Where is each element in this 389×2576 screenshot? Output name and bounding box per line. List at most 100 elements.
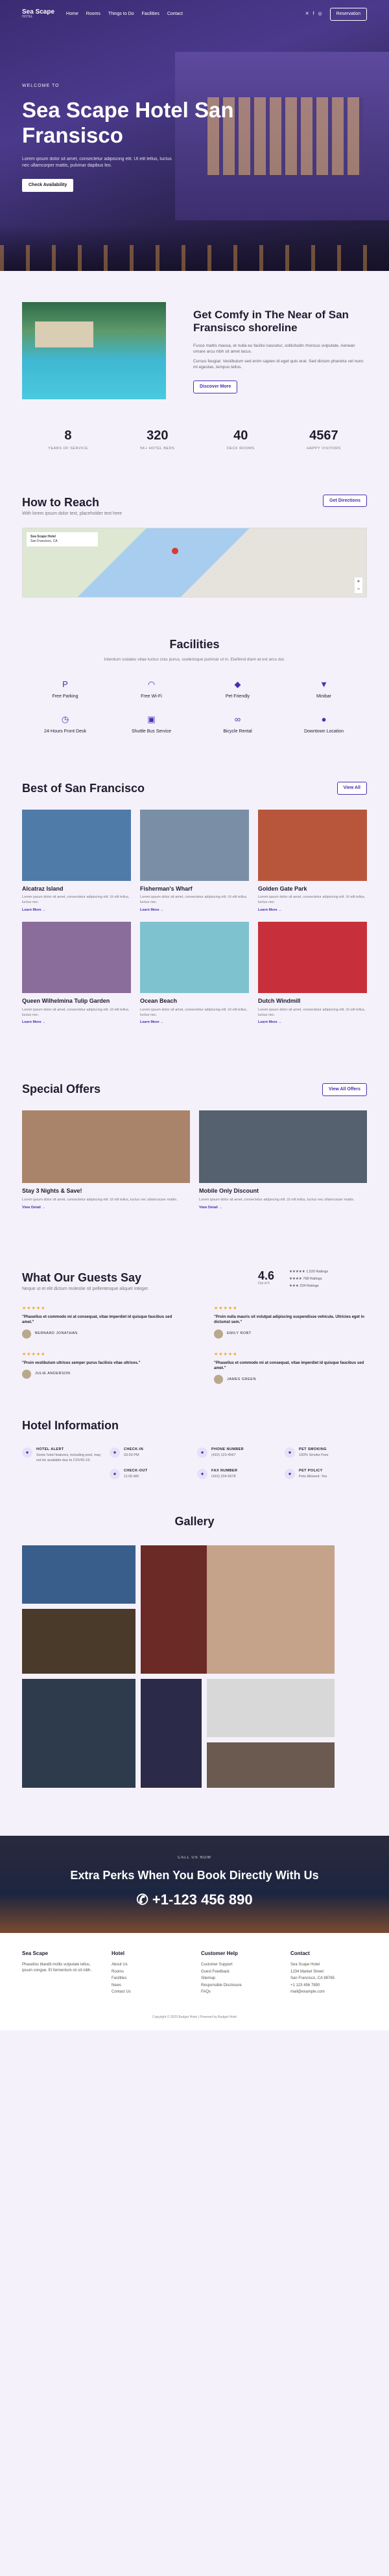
discover-more-button[interactable]: Discover More	[193, 381, 238, 393]
info-value: (415) 234-5678	[211, 1475, 236, 1479]
wifi-icon: ◠	[147, 679, 156, 689]
stat-number: 8	[64, 428, 72, 443]
attraction-image	[258, 922, 367, 994]
view-detail-link[interactable]: View Detail →	[22, 1206, 190, 1211]
offer-card[interactable]: Mobile Only Discount Lorem ipsum dolor si…	[199, 1110, 367, 1210]
reviews-heading: What Our Guests Say Neque ut et elit dict…	[22, 1270, 252, 1293]
gallery-image[interactable]	[207, 1545, 335, 1674]
top-nav: Sea Scape HOTEL Home Rooms Things to Do F…	[0, 0, 389, 29]
footer-contact-link[interactable]: mail@example.com	[290, 1989, 367, 1995]
footer-hotel-link[interactable]: Rooms	[112, 1969, 188, 1974]
learn-more-link[interactable]: Learn More →	[140, 908, 249, 913]
instagram-icon[interactable]: ◎	[318, 11, 322, 18]
footer-hotel-col: Hotel About Us Rooms Facilities News Contact …	[112, 1950, 188, 1996]
gallery-image[interactable]	[22, 1609, 136, 1674]
nav-link-rooms[interactable]: Rooms	[86, 11, 100, 18]
reviewer: BERNARD JONATHAN	[22, 1329, 175, 1339]
footer-contact-link[interactable]: Sea Scape Hotel	[290, 1962, 367, 1967]
attraction-card[interactable]: Dutch Windmill Lorem ipsum dolor sit amet…	[258, 922, 367, 1025]
attraction-image	[140, 809, 249, 881]
learn-more-link[interactable]: Learn More →	[258, 908, 367, 913]
info-item: ● PET POLICY Pets Allowed: Yes	[285, 1468, 367, 1480]
view-all-offers-button[interactable]: View All Offers	[322, 1083, 367, 1096]
gallery-image[interactable]	[207, 1742, 335, 1788]
facebook-icon[interactable]: f	[313, 11, 314, 18]
attraction-card[interactable]: Ocean Beach Lorem ipsum dolor sit amet, c…	[140, 922, 249, 1025]
about-p1: Fusce mattis massa, et nulla eu facilisi…	[193, 343, 355, 354]
nav-link-things[interactable]: Things to Do	[108, 11, 134, 18]
facility-label: Shuttle Bus Service	[131, 729, 172, 734]
twitter-icon[interactable]: ✕	[305, 11, 309, 18]
footer-contact-link[interactable]: 1234 Market Street	[290, 1969, 367, 1974]
footer-help-link[interactable]: FAQs	[201, 1989, 277, 1995]
facility-label: Minibar	[316, 694, 331, 699]
view-all-button[interactable]: View All	[336, 782, 367, 795]
avatar	[214, 1375, 223, 1385]
best-title: Best of San Francisco	[22, 781, 145, 795]
view-detail-link[interactable]: View Detail →	[199, 1206, 367, 1211]
attraction-card[interactable]: Queen Wilhelmina Tulip Garden Lorem ipsum…	[22, 922, 131, 1025]
gallery-image[interactable]	[141, 1679, 202, 1788]
nav-link-facilities[interactable]: Facilities	[142, 11, 159, 18]
info-value: Pets Allowed: Yes	[299, 1475, 327, 1479]
attraction-card[interactable]: Golden Gate Park Lorem ipsum dolor sit am…	[258, 809, 367, 913]
social-links: ✕ f ◎	[305, 11, 322, 18]
shuttle-icon: ▣	[147, 714, 156, 724]
footer-hotel-link[interactable]: About Us	[112, 1962, 188, 1967]
nav-link-contact[interactable]: Contact	[167, 11, 183, 18]
learn-more-link[interactable]: Learn More →	[140, 1020, 249, 1025]
hero-title: Sea Scape Hotel San Fransisco	[22, 97, 234, 148]
nav-link-home[interactable]: Home	[66, 11, 78, 18]
footer-hotel-link[interactable]: Contact Us	[112, 1989, 188, 1995]
footer-help-link[interactable]: Responsible Disclosure	[201, 1983, 277, 1988]
stat: 4567 HAPPY VISITORS	[307, 427, 341, 452]
info-text: PET POLICY Pets Allowed: Yes	[299, 1469, 327, 1480]
footer-help-link[interactable]: Guest Feedback	[201, 1969, 277, 1974]
gallery-section: Gallery	[0, 1480, 389, 1788]
location-icon: ●	[321, 714, 327, 724]
offer-name: Stay 3 Nights & Save!	[22, 1188, 82, 1195]
copyright: Copyright © 2023 Budget Hotel | Powered …	[152, 2015, 237, 2020]
gallery-image[interactable]	[22, 1679, 136, 1788]
about-image	[22, 302, 166, 399]
bicycle-icon: ∞	[234, 714, 241, 724]
best-of-sf-section: Best of San Francisco View All Alcatraz …	[0, 735, 389, 1026]
logo[interactable]: Sea Scape HOTEL	[22, 9, 54, 19]
perks-phone[interactable]: ✆ +1-123 456 890	[0, 1890, 389, 1910]
footer-hotel-link[interactable]: Facilities	[112, 1976, 188, 1981]
attraction-desc: Lorem ipsum dolor sit amet, consectetur …	[22, 1007, 130, 1017]
reservation-button[interactable]: Reservation	[329, 8, 367, 21]
offer-card[interactable]: Stay 3 Nights & Save! Lorem ipsum dolor s…	[22, 1110, 190, 1210]
learn-more-link[interactable]: Learn More →	[258, 1020, 367, 1025]
map-pin-icon[interactable]	[172, 547, 178, 554]
reviews-grid: ★★★★★ "Phasellus et commodo mi at consequ…	[22, 1306, 367, 1385]
footer-help-link[interactable]: Sitemap	[201, 1976, 277, 1981]
get-directions-button[interactable]: Get Directions	[323, 494, 367, 508]
attraction-card[interactable]: Alcatraz Island Lorem ipsum dolor sit ame…	[22, 809, 131, 913]
stat: 320 5K+ HOTEL BEDS	[140, 427, 174, 452]
attraction-name: Dutch Windmill	[258, 998, 301, 1005]
learn-more-link[interactable]: Learn More →	[22, 908, 131, 913]
check-availability-button[interactable]: Check Availability	[22, 179, 74, 193]
offer-image	[22, 1110, 190, 1184]
map-zoom-control[interactable]: + −	[355, 577, 362, 593]
gallery-image[interactable]	[22, 1545, 136, 1604]
reviews-section: What Our Guests Say Neque ut et elit dict…	[0, 1210, 389, 1385]
gallery-image[interactable]	[207, 1679, 335, 1738]
phone-icon: ✆	[136, 1891, 152, 1908]
attraction-card[interactable]: Fisherman's Wharf Lorem ipsum dolor sit a…	[140, 809, 249, 913]
about-section: Get Comfy in The Near of San Fransisco s…	[0, 271, 389, 399]
offer-image	[199, 1110, 367, 1184]
rating-bar-label: 234 Ratings	[300, 1283, 319, 1288]
footer-cols: Sea Scape Phasellus blandit mollis vulput…	[22, 1950, 367, 1996]
footer-help-link[interactable]: Customer Support	[201, 1962, 277, 1967]
footer-hotel-link[interactable]: News	[112, 1983, 188, 1988]
info-item: ● CHECK-IN 03:00 PM	[110, 1447, 192, 1464]
footer-contact-link[interactable]: +1 123 456 7890	[290, 1983, 367, 1988]
map[interactable]: Sea Scape Hotel San Francisco, CA + −	[22, 527, 367, 598]
footer-contact-link[interactable]: San Francisco, CA 98765	[290, 1976, 367, 1981]
rating-bar-label: 768 Ratings	[303, 1276, 322, 1281]
learn-more-link[interactable]: Learn More →	[22, 1020, 131, 1025]
rating-stars: ★★★★★	[22, 1306, 46, 1311]
review-card: ★★★★★ "Proin nulla mauris sit volutpat ad…	[214, 1306, 367, 1339]
